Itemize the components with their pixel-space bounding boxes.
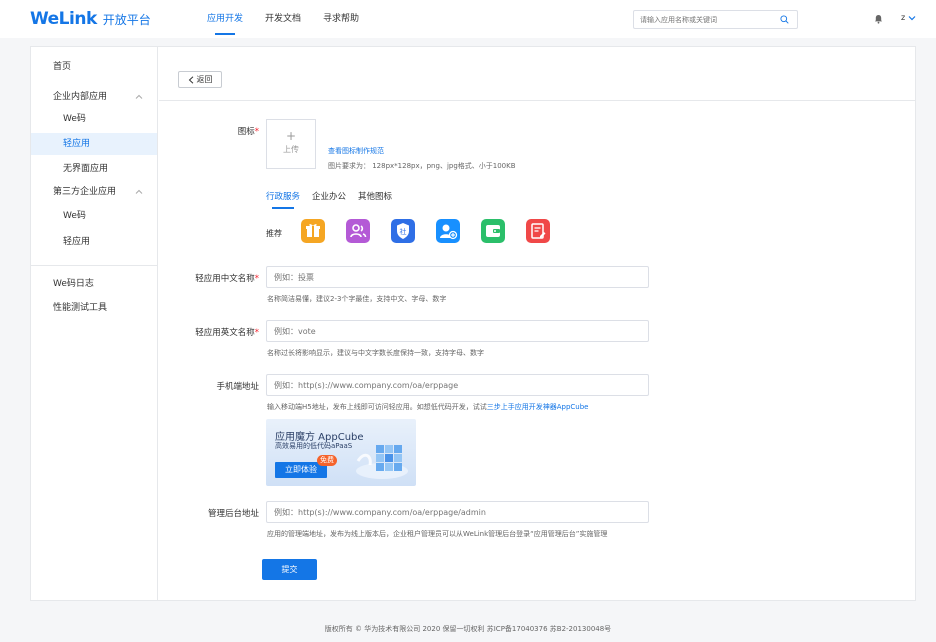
plus-icon: + [285, 129, 297, 143]
sidebar-item-third-light-app[interactable]: 轻应用 [31, 231, 157, 253]
icon-label-text: 图标 [237, 127, 255, 137]
edit-doc-icon[interactable] [526, 219, 550, 243]
search-icon[interactable] [780, 15, 789, 24]
wallet-icon[interactable] [481, 219, 505, 243]
admin-url-field [266, 501, 649, 523]
contacts-icon[interactable] [346, 219, 370, 243]
mobile-url-hint-text: 输入移动端H5地址，发布上线即可访问轻应用。如想低代码开发，试试 [267, 403, 487, 411]
search-input[interactable] [634, 11, 774, 28]
social-security-icon[interactable]: 社 [391, 219, 415, 243]
icon-category-tabs: 行政服务 企业办公 其他图标 [266, 190, 404, 209]
tab-other-icons[interactable]: 其他图标 [358, 190, 392, 209]
submit-button[interactable]: 提交 [262, 559, 317, 580]
chevron-up-icon [135, 94, 143, 99]
cn-name-hint: 名称简洁易懂，建议2-3个字最佳，支持中文、字母、数字 [267, 295, 447, 303]
sidebar-group-label: 企业内部应用 [53, 92, 108, 102]
welink-logo[interactable]: WeLink 开放平台 [30, 9, 151, 29]
sidebar-item-perf-tool[interactable]: 性能测试工具 [31, 297, 157, 319]
svg-text:社: 社 [400, 227, 407, 236]
sidebar-group-label: 第三方企业应用 [53, 187, 117, 197]
cn-name-label: 轻应用中文名称* [139, 272, 259, 284]
mobile-url-hint: 输入移动端H5地址，发布上线即可访问轻应用。如想低代码开发，试试三步上手应用开发… [267, 402, 588, 412]
icon-spec-text: 图片要求为： 128px*128px，png、jpg格式、小于100KB [328, 162, 516, 170]
admin-url-label: 管理后台地址 [207, 509, 259, 519]
banner-subtitle: 高效易用的低代码aPaaS [275, 442, 353, 450]
icon-spec-link[interactable]: 查看图标制作规范 [328, 146, 384, 156]
user-add-icon[interactable] [436, 219, 460, 243]
sidebar-group-third-party-apps[interactable]: 第三方企业应用 [31, 181, 157, 203]
user-menu[interactable]: z [901, 13, 916, 22]
en-name-label-text: 轻应用英文名称 [195, 328, 255, 338]
appcube-banner[interactable]: 应用魔方 AppCube 高效易用的低代码aPaaS 立即体验 免费 [266, 419, 416, 486]
search-box [633, 10, 798, 29]
en-name-input[interactable] [267, 321, 648, 341]
sidebar-group-internal-apps[interactable]: 企业内部应用 [31, 86, 157, 108]
back-button-label: 返回 [196, 75, 213, 84]
cn-name-field [266, 266, 649, 288]
mobile-url-input[interactable] [267, 375, 648, 395]
logo-sub-text: 开放平台 [102, 13, 151, 27]
sidebar-divider [31, 265, 157, 266]
sidebar-item-third-we-code[interactable]: We码 [31, 205, 157, 227]
appcube-link[interactable]: 三步上手应用开发神器AppCube [487, 403, 589, 411]
en-name-label: 轻应用英文名称* [139, 326, 259, 338]
top-header: WeLink 开放平台 应用开发 开发文档 寻求帮助 z [0, 0, 936, 38]
tab-office[interactable]: 企业办公 [312, 190, 346, 209]
upload-label: 上传 [283, 145, 299, 154]
main-panel: 返回 图标* + 上传 查看图标制作规范 图片要求为： 128px*128px，… [159, 47, 916, 600]
required-mark: * [254, 127, 259, 137]
cn-name-input[interactable] [267, 267, 648, 287]
gift-icon[interactable] [301, 219, 325, 243]
chevron-up-icon [135, 189, 143, 194]
required-mark: * [254, 274, 259, 284]
chevron-down-icon [908, 15, 916, 20]
nav-dev-docs[interactable]: 开发文档 [265, 0, 301, 38]
bell-icon[interactable] [874, 14, 883, 24]
cube-illustration-icon [356, 445, 408, 479]
back-button[interactable]: 返回 [178, 71, 222, 88]
icon-upload[interactable]: + 上传 [266, 119, 316, 169]
top-nav: 应用开发 开发文档 寻求帮助 [207, 0, 381, 38]
sidebar-item-home[interactable]: 首页 [31, 56, 157, 78]
en-name-field [266, 320, 649, 342]
nav-help[interactable]: 寻求帮助 [323, 0, 359, 38]
en-name-hint: 名称过长将影响显示，建议与中文字数长度保持一致，支持字母、数字 [267, 349, 484, 357]
mobile-url-field [266, 374, 649, 396]
content-card: 首页 企业内部应用 We码 轻应用 无界面应用 第三方企业应用 We码 轻应用 … [30, 46, 916, 601]
tab-admin-service[interactable]: 行政服务 [266, 190, 300, 209]
required-mark: * [254, 328, 259, 338]
user-initial: z [901, 13, 906, 22]
admin-url-hint: 应用的管理端地址，发布为线上版本后，企业租户管理员可以从WeLink管理后台登录… [267, 530, 608, 538]
mobile-url-label: 手机端地址 [216, 382, 259, 392]
chevron-left-icon [188, 75, 193, 84]
footer-copyright: 版权所有 © 华为技术有限公司 2020 保留一切权利 苏ICP备1704037… [324, 625, 612, 633]
nav-app-dev[interactable]: 应用开发 [207, 0, 243, 38]
recommend-label: 推荐 [266, 229, 282, 238]
icon-label: 图标* [139, 125, 259, 137]
sidebar-item-no-ui-app[interactable]: 无界面应用 [31, 158, 157, 180]
logo-main-text: WeLink [30, 9, 97, 29]
admin-url-input[interactable] [267, 502, 648, 522]
topbar: 返回 [159, 47, 916, 101]
free-badge: 免费 [317, 455, 337, 466]
cn-name-label-text: 轻应用中文名称 [195, 274, 255, 284]
